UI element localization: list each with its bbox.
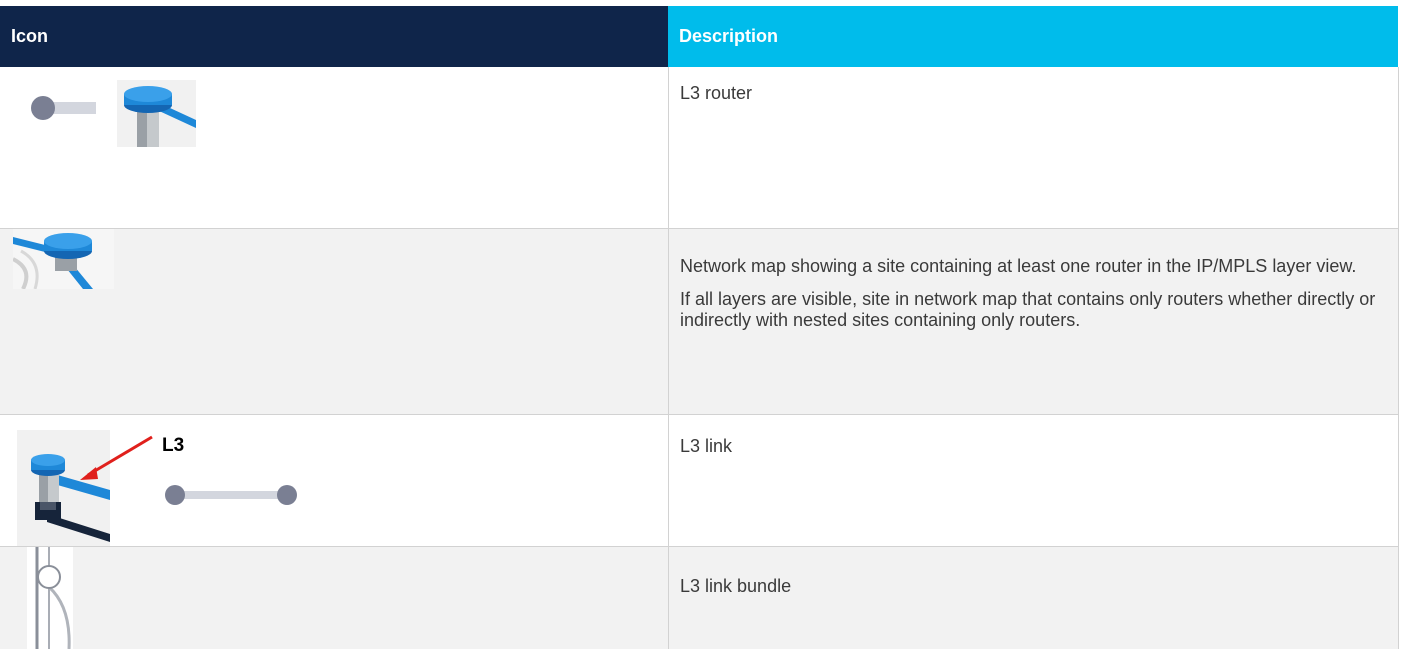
column-divider: [668, 229, 669, 414]
description-text: If all layers are visible, site in netwo…: [680, 289, 1376, 330]
router-3d-icon: [117, 80, 196, 147]
description-text: Network map showing a site containing at…: [680, 256, 1357, 276]
column-divider: [668, 547, 669, 649]
description-text: L3 router: [680, 83, 753, 103]
link-bundle-icon: [27, 547, 73, 649]
table-row: L3 router: [0, 67, 1398, 228]
table-row: Network map showing a site containing at…: [0, 229, 1398, 414]
row-description: L3 router: [680, 83, 1380, 116]
header-description-label: Description: [679, 26, 779, 46]
table-row: L3 link bundle: [0, 547, 1398, 649]
icon-description-table: Icon Description L3 router Network map s…: [0, 0, 1404, 649]
site-router-map-icon: [13, 229, 114, 289]
link-line-icon: [165, 485, 297, 505]
callout-arrow-icon: [80, 435, 153, 480]
table-row: L3 L3 link: [0, 415, 1398, 546]
header-description-column: Description: [668, 6, 1398, 67]
table-right-border: [1398, 67, 1399, 649]
row-description: Network map showing a site containing at…: [680, 256, 1380, 343]
header-icon-column: Icon: [0, 6, 668, 67]
callout-label: L3: [162, 435, 185, 456]
row-description: L3 link bundle: [680, 576, 1380, 609]
description-text: L3 link: [680, 436, 733, 456]
column-divider: [668, 67, 669, 228]
router-node-icon: [31, 96, 96, 120]
row-description: L3 link: [680, 436, 1380, 469]
description-text: L3 link bundle: [680, 576, 792, 596]
column-divider: [668, 415, 669, 546]
header-icon-label: Icon: [11, 26, 49, 46]
